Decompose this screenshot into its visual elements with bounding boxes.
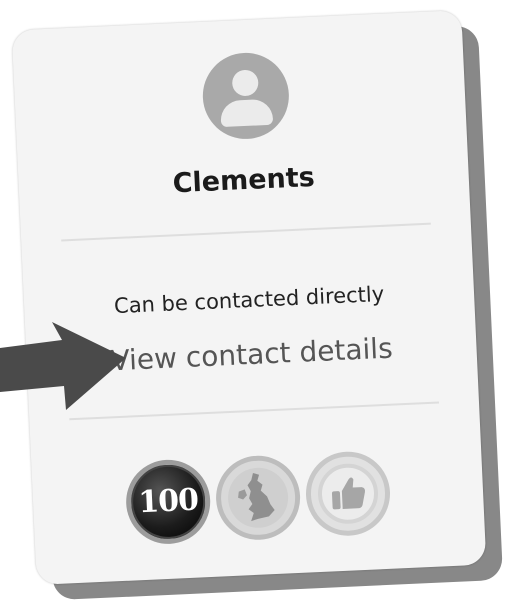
thumbs-up-icon [304, 449, 392, 538]
profile-card-wrapper: Clements Can be contacted directly View … [11, 10, 504, 601]
pointer-arrow-icon [0, 322, 126, 410]
profile-card: Clements Can be contacted directly View … [11, 10, 487, 585]
avatar [200, 51, 291, 141]
avatar-head [231, 69, 259, 97]
avatar-body [220, 98, 274, 128]
profile-name: Clements [172, 161, 316, 200]
badge-100-label: 100 [137, 482, 199, 521]
badges-row: 100 [31, 446, 484, 550]
divider-top [61, 222, 431, 242]
contact-note: Can be contacted directly [113, 281, 385, 319]
profile-screen: Clements Can be contacted directly View … [0, 0, 523, 607]
uk-map-icon [214, 453, 302, 542]
badge-100-icon: 100 [124, 458, 213, 546]
